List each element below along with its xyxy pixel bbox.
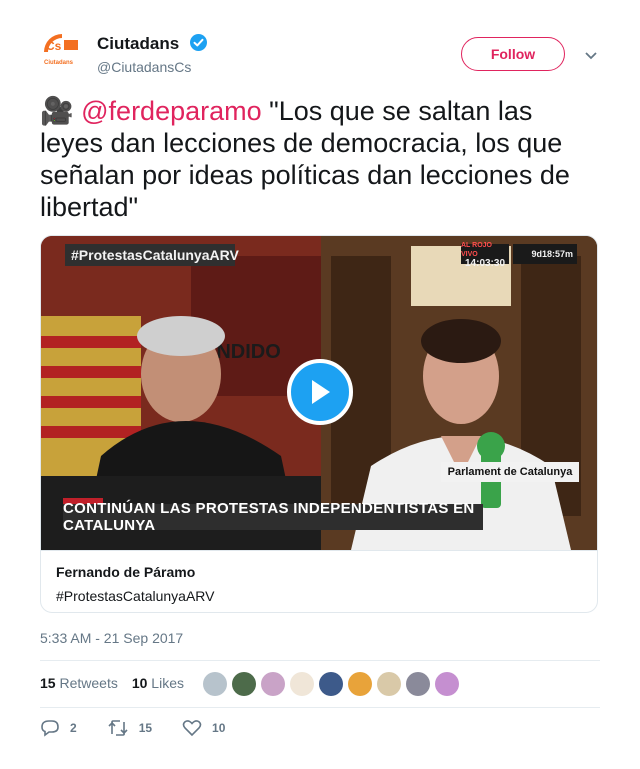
liker-avatar[interactable] xyxy=(261,672,285,696)
chevron-down-icon[interactable] xyxy=(584,48,598,60)
retweets-stat[interactable]: 15 Retweets xyxy=(40,675,118,691)
avatar[interactable]: Cs Ciutadans xyxy=(40,30,84,74)
account-handle[interactable]: @CiutadansCs xyxy=(97,59,191,75)
follow-button[interactable]: Follow xyxy=(461,37,565,71)
engagement-stats: 15 Retweets 10 Likes xyxy=(40,675,184,691)
liker-avatar[interactable] xyxy=(319,672,343,696)
heart-icon xyxy=(182,720,202,737)
reply-button[interactable]: 2 xyxy=(40,719,77,737)
reply-count: 2 xyxy=(70,721,77,735)
play-icon xyxy=(312,380,330,404)
reply-icon xyxy=(41,720,59,737)
liker-avatar[interactable] xyxy=(290,672,314,696)
card-description: #ProtestasCatalunyaARV xyxy=(56,588,215,604)
video-ticker: CONTINÚAN LAS PROTESTAS INDEPENDENTISTAS… xyxy=(63,500,483,534)
account-name[interactable]: Ciutadans xyxy=(97,34,179,54)
video-player[interactable]: ENDIDO #ProtestasCatalunyaARV AL ROJO VI… xyxy=(41,236,597,550)
video-hashtag-overlay: #ProtestasCatalunyaARV xyxy=(65,244,239,266)
video-clock-overlay: AL ROJO VIVO 14:03:30 xyxy=(461,242,509,268)
card-title: Fernando de Páramo xyxy=(56,564,196,580)
verified-icon xyxy=(190,34,207,51)
retweet-button[interactable]: 15 xyxy=(107,719,152,737)
tweet-timestamp[interactable]: 5:33 AM - 21 Sep 2017 xyxy=(40,630,183,646)
liker-avatars xyxy=(203,672,459,696)
liker-avatar[interactable] xyxy=(435,672,459,696)
tweet-text: 🎥 @ferdeparamo "Los que se saltan las le… xyxy=(40,95,600,223)
video-card[interactable]: ENDIDO #ProtestasCatalunyaARV AL ROJO VI… xyxy=(40,235,598,613)
liker-avatar[interactable] xyxy=(406,672,430,696)
likes-stat[interactable]: 10 Likes xyxy=(132,675,184,691)
liker-avatar[interactable] xyxy=(377,672,401,696)
retweet-icon xyxy=(108,720,128,736)
mention-link[interactable]: @ferdeparamo xyxy=(81,96,262,126)
liker-avatar[interactable] xyxy=(348,672,372,696)
video-camera-icon: 🎥 xyxy=(40,96,74,126)
svg-text:Cs: Cs xyxy=(46,39,62,53)
video-brand-overlay: 9d18:57m xyxy=(513,244,577,264)
liker-avatar[interactable] xyxy=(203,672,227,696)
like-button[interactable]: 10 xyxy=(182,719,225,737)
like-count: 10 xyxy=(212,721,226,735)
video-location-tag: Parlament de Catalunya xyxy=(441,462,579,482)
divider xyxy=(40,660,600,661)
liker-avatar[interactable] xyxy=(232,672,256,696)
card-info[interactable]: Fernando de Páramo #ProtestasCatalunyaAR… xyxy=(41,550,597,612)
svg-text:Ciutadans: Ciutadans xyxy=(44,60,74,66)
retweet-count: 15 xyxy=(138,721,153,735)
divider xyxy=(40,707,600,708)
tweet-actions: 2 15 10 xyxy=(40,719,255,737)
play-button[interactable] xyxy=(287,359,353,425)
